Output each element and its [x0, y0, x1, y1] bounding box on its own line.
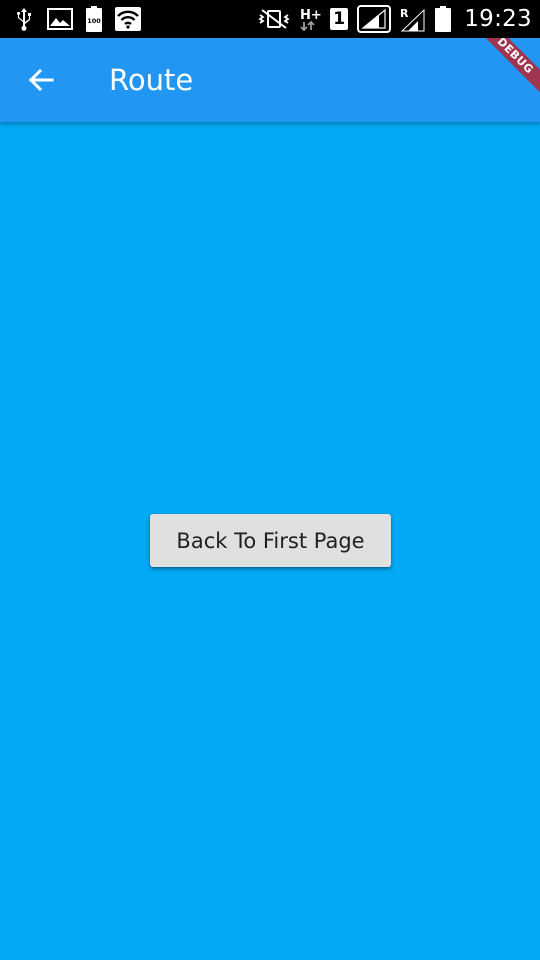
- status-bar: 100 H+ 1 R 19:23: [0, 0, 540, 38]
- status-right: H+ 1 R 19:23: [258, 5, 532, 33]
- app-bar: Route: [0, 38, 540, 122]
- back-to-first-page-button[interactable]: Back To First Page: [150, 514, 391, 567]
- gallery-icon: [47, 6, 73, 32]
- vibrate-icon: [258, 6, 290, 32]
- battery-badge: 100: [87, 17, 101, 25]
- page-title: Route: [109, 63, 194, 97]
- network-hplus-icon: H+: [299, 6, 321, 32]
- screen: 100 H+ 1 R 19:23 Route DEBUG Back To Fir…: [0, 0, 540, 960]
- wifi-icon: [115, 6, 141, 32]
- roaming-signal-icon: R: [400, 6, 426, 32]
- sim-1-icon: 1: [330, 8, 349, 30]
- roaming-label: R: [400, 7, 409, 20]
- signal-icon: [357, 5, 392, 33]
- network-type-label: H+: [300, 8, 321, 23]
- back-button[interactable]: [0, 38, 82, 122]
- battery-icon: [435, 6, 452, 32]
- status-left: 100: [14, 6, 141, 32]
- usb-icon: [14, 6, 34, 32]
- battery-100-icon: 100: [86, 6, 102, 32]
- clock: 19:23: [464, 6, 532, 32]
- arrow-back-icon: [28, 68, 54, 92]
